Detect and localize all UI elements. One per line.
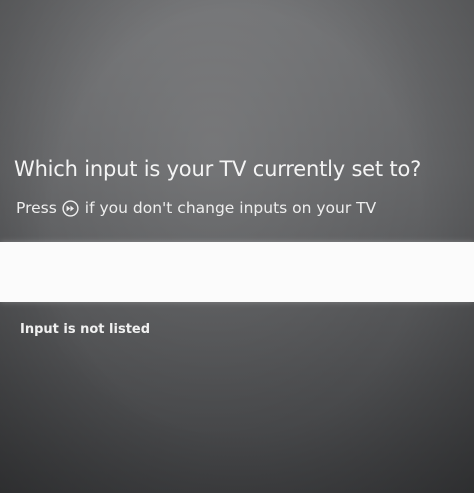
- page-subtitle: Press if you don't change inputs on your…: [16, 199, 466, 217]
- page-title: Which input is your TV currently set to?: [14, 157, 422, 181]
- selected-input-option[interactable]: [0, 242, 474, 302]
- fast-forward-button-icon: [62, 199, 80, 217]
- subtitle-instruction-text: if you don't change inputs on your TV: [84, 199, 377, 217]
- tv-screen: Which input is your TV currently set to?…: [0, 0, 474, 493]
- input-not-listed-option[interactable]: Input is not listed: [20, 322, 150, 337]
- subtitle-press-text: Press: [16, 199, 57, 217]
